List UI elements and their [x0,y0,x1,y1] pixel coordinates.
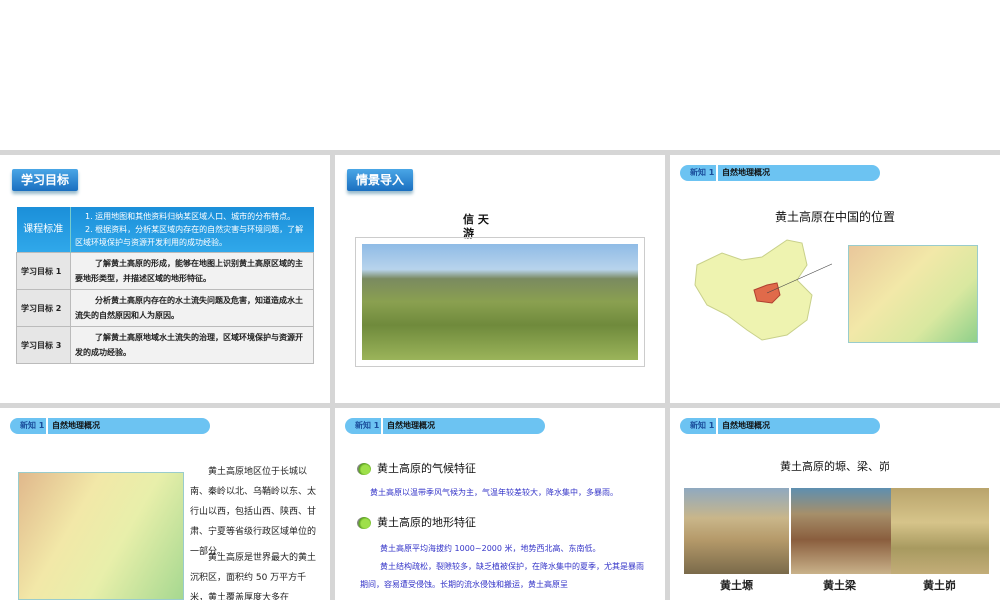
slide-title: 黄土高原的塬、梁、峁 [780,460,890,473]
goal-text: 了解黄土高原地域水土流失的治理，区域环境保护与资源开发的成功经验。 [70,326,314,364]
loess-tableland-photo [684,488,789,574]
goals-table: 课程标准 1. 运用地图和其他资料归纳某区域人口、城市的分布特点。 2. 根据资料… [16,207,314,364]
overview-paragraph: 黄土高原是世界最大的黄土沉积区，面积约 50 万平方千米，黄土覆盖厚度大多在 [190,553,317,600]
photo-caption: 黄土峁 [923,579,956,592]
overview-paragraph: 黄土高原地区位于长城以南、秦岭以北、乌鞘岭以东、太行山以西，包括山西、陕西、甘肃… [190,467,317,557]
section-number: 新知 1 [20,421,45,430]
bullet-icon [357,463,371,475]
section-badge: 情景导入 [347,169,413,191]
section-header: 新知 1 自然地理概况 [345,418,545,434]
terrain-text: 黄土高原平均海拔约 1000~2000 米，地势西北高、东南低。 [380,544,601,553]
terrain-heading: 黄土高原的地形特征 [357,514,476,530]
section-header: 新知 1 自然地理概况 [10,418,210,434]
photo-caption: 黄土梁 [823,579,856,592]
goal-label: 学习目标 3 [16,326,71,364]
section-title: 自然地理概况 [46,418,100,434]
bullet-icon [357,517,371,529]
loess-plateau-map [18,472,184,600]
slide-thumbnail-location[interactable]: 新知 1 自然地理概况 黄土高原在中国的位置 [670,155,1000,403]
climate-text: 黄土高原以温带季风气候为主，气温年较差较大，降水集中，多暴雨。 [370,488,618,497]
goal-text: 分析黄土高原内存在的水土流失问题及危害，知道造成水土流失的自然原因和人为原因。 [70,289,314,327]
photo-caption: 黄土塬 [720,579,753,592]
section-title: 自然地理概况 [381,418,435,434]
loess-plateau-detail-map [848,245,978,343]
climate-heading: 黄土高原的气候特征 [357,460,476,476]
slide-title: 黄土高原在中国的位置 [774,210,895,224]
slide-thumbnail-landforms[interactable]: 新知 1 自然地理概况 黄土高原的塬、梁、峁 黄土塬 黄土梁 黄土峁 [670,408,1000,600]
slide-thumbnail-intro[interactable]: 情景导入 信 天 游 [335,155,665,403]
heading-text: 黄土高原的气候特征 [377,462,476,475]
standard-item: 1. 运用地图和其他资料归纳某区域人口、城市的分布特点。 [85,212,296,221]
section-badge: 学习目标 [12,169,78,191]
china-map [694,239,832,341]
goal-label: 学习目标 1 [16,252,71,290]
loess-plateau-photo [355,237,645,367]
standard-label: 课程标准 [16,207,71,253]
standard-item: 2. 根据资料，分析某区域内存在的自然灾害与环境问题，了解区域环境保护与资源开发… [75,225,304,247]
section-number: 新知 1 [355,421,380,430]
slide-thumbnail-climate-terrain[interactable]: 新知 1 自然地理概况 黄土高原的气候特征 黄土高原以温带季风气候为主，气温年较差… [335,408,665,600]
heading-text: 黄土高原的地形特征 [377,516,476,529]
terrain-text: 黄土结构疏松，裂隙较多，缺乏植被保护，在降水集中的夏季，尤其是暴雨期间，容易遭受… [360,562,644,589]
section-header: 新知 1 自然地理概况 [680,418,880,434]
blank-header-area [0,0,1000,150]
section-title: 自然地理概况 [716,418,770,434]
goal-label: 学习目标 2 [16,289,71,327]
section-number: 新知 1 [690,421,715,430]
slide-thumbnail-overview[interactable]: 新知 1 自然地理概况 黄土高原地区位于长城以南、秦岭以北、乌鞘岭以东、太行山以西… [0,408,330,600]
slide-thumbnail-learning-goals[interactable]: 学习目标 课程标准 1. 运用地图和其他资料归纳某区域人口、城市的分布特点。 2.… [0,155,330,403]
loess-hill-photo [891,488,989,574]
section-number: 新知 1 [690,168,715,177]
section-header: 新知 1 自然地理概况 [680,165,880,181]
loess-ridge-photo [791,488,891,574]
section-title: 自然地理概况 [716,165,770,181]
goal-text: 了解黄土高原的形成，能够在地图上识别黄土高原区域的主要地形类型，并描述区域的地形… [70,252,314,290]
